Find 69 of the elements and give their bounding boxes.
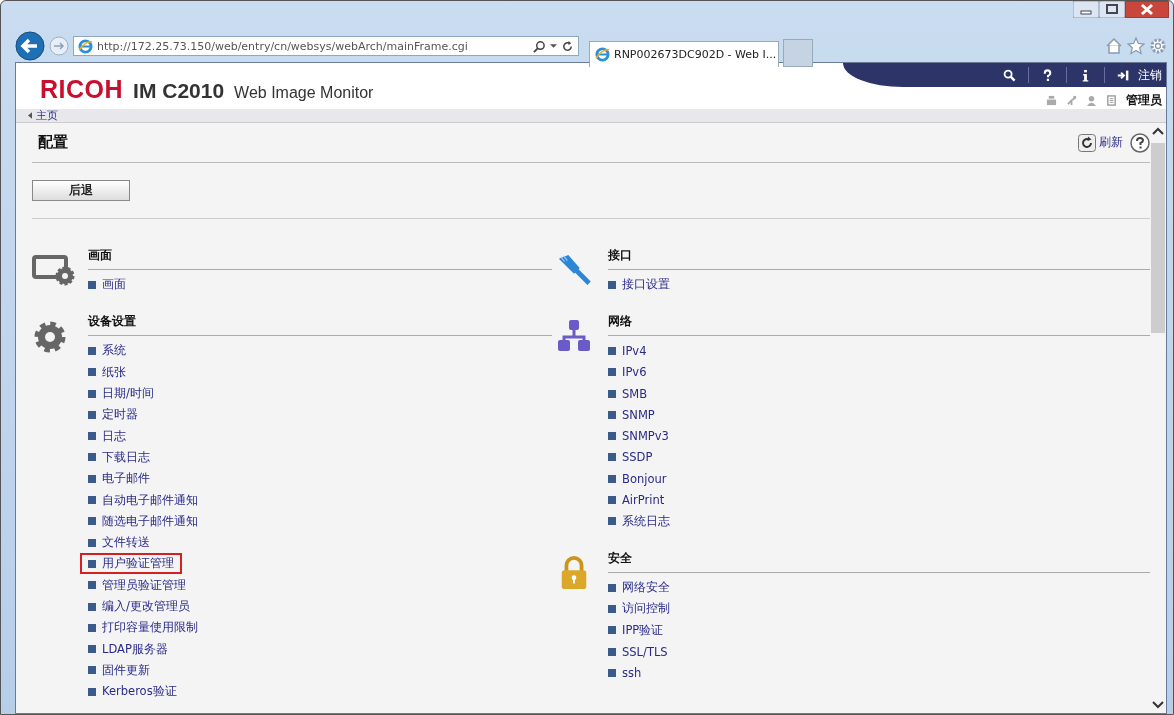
help-icon[interactable] <box>1041 68 1054 82</box>
settings-link[interactable]: 固件更新 <box>80 659 158 681</box>
settings-link[interactable]: LDAP服务器 <box>80 638 176 660</box>
back-button[interactable]: 后退 <box>32 180 130 201</box>
settings-link[interactable]: IPv4 <box>600 340 655 361</box>
settings-link[interactable]: 电子邮件 <box>80 468 158 490</box>
help-icon[interactable] <box>1130 132 1150 153</box>
settings-link[interactable]: 日志 <box>80 425 134 447</box>
browser-logo-icon <box>78 38 93 54</box>
settings-link[interactable]: 纸张 <box>80 361 134 383</box>
settings-link[interactable]: 编入/更改管理员 <box>80 596 198 617</box>
section-heading: 接口 <box>608 247 1150 270</box>
scroll-down-icon[interactable] <box>1152 701 1164 709</box>
star-icon[interactable] <box>1127 37 1145 55</box>
settings-link[interactable]: 自动电子邮件通知 <box>80 489 206 511</box>
page-title: 配置 <box>38 133 68 152</box>
settings-link[interactable]: SSDP <box>600 447 661 468</box>
settings-link[interactable]: 网络安全 <box>600 577 678 599</box>
browser-tab[interactable]: RNP002673DC902D - Web I... <box>589 41 779 67</box>
user-name: 管理员 <box>1126 92 1162 109</box>
close-icon[interactable] <box>1125 1 1169 18</box>
settings-link[interactable]: 接口设置 <box>600 274 678 296</box>
address-bar[interactable]: http://172.25.73.150/web/entry/cn/websys/webArch/mainFrame.cgi <box>73 36 579 56</box>
settings-link[interactable]: ssh <box>600 662 650 683</box>
dropdown-caret-icon[interactable] <box>550 43 557 49</box>
settings-link[interactable]: 随选电子邮件通知 <box>80 510 206 532</box>
product-name: Web Image Monitor <box>234 84 374 102</box>
home-icon[interactable] <box>1105 37 1123 55</box>
settings-link[interactable]: 日期/时间 <box>80 383 162 405</box>
settings-link[interactable]: SNMP <box>600 404 663 425</box>
settings-link[interactable]: SNMPv3 <box>600 426 677 447</box>
refresh-icon[interactable] <box>1078 133 1096 152</box>
settings-link[interactable]: Kerberos验证 <box>80 681 185 703</box>
display-settings-icon <box>32 253 76 287</box>
logout-button[interactable]: 注销 <box>1117 66 1162 84</box>
scroll-up-icon[interactable] <box>1152 127 1164 135</box>
settings-icon[interactable] <box>1149 37 1167 55</box>
settings-link[interactable]: 画面 <box>80 274 134 296</box>
maximize-icon[interactable] <box>1099 1 1125 18</box>
settings-link[interactable]: 下载日志 <box>80 446 158 468</box>
settings-link[interactable]: 文件转送 <box>80 532 158 554</box>
settings-link[interactable]: 系统 <box>80 340 134 362</box>
search-icon[interactable] <box>1003 68 1016 82</box>
settings-link[interactable]: 打印容量使用限制 <box>80 617 206 639</box>
home-link[interactable]: 主页 <box>36 109 58 122</box>
scrollbar-thumb[interactable] <box>1151 143 1165 333</box>
refresh-link[interactable]: 刷新 <box>1099 134 1123 151</box>
settings-link[interactable]: 定时器 <box>80 404 146 426</box>
search-icon[interactable] <box>533 39 546 53</box>
section-heading: 网络 <box>608 313 1150 337</box>
settings-link[interactable]: SMB <box>600 383 656 404</box>
section-heading: 设备设置 <box>88 313 552 337</box>
section-heading: 安全 <box>608 549 1150 573</box>
browser-logo-icon <box>595 47 610 62</box>
settings-link[interactable]: Bonjour <box>600 468 675 489</box>
settings-link[interactable]: 系统日志 <box>600 510 678 532</box>
logout-arrow-icon <box>1117 68 1130 82</box>
brand-logo: RICOH <box>40 75 124 104</box>
settings-link[interactable]: 管理员验证管理 <box>80 574 194 596</box>
left-caret-icon <box>28 112 32 119</box>
model-name: IM C2010 <box>133 79 225 103</box>
settings-link[interactable]: 访问控制 <box>600 598 678 620</box>
section-heading: 画面 <box>88 247 552 270</box>
settings-link[interactable]: 用户验证管理 <box>80 553 182 575</box>
settings-link[interactable]: AirPrint <box>600 490 673 510</box>
settings-link[interactable]: IPP验证 <box>600 619 672 641</box>
refresh-icon[interactable] <box>561 39 574 53</box>
settings-link[interactable]: SSL/TLS <box>600 641 676 662</box>
settings-link[interactable]: IPv6 <box>600 362 655 383</box>
